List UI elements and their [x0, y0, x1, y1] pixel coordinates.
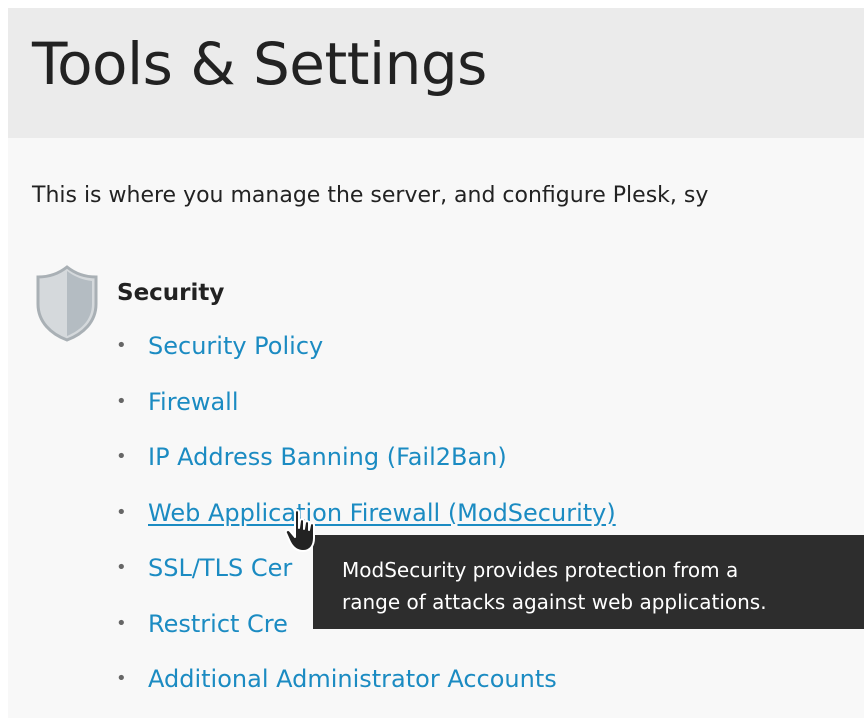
bullet: •: [116, 390, 127, 412]
security-policy-link[interactable]: Security Policy: [148, 330, 323, 362]
bullet: •: [116, 668, 127, 689]
tooltip-line: range of attacks against web application…: [342, 590, 767, 614]
bullet: •: [116, 501, 127, 523]
bullet: •: [116, 446, 127, 467]
ip-banning-link[interactable]: IP Address Banning (Fail2Ban): [148, 441, 507, 473]
list-item: • Additional Administrator Accounts: [112, 663, 616, 718]
page-header: Tools & Settings: [8, 8, 864, 138]
list-item: • IP Address Banning (Fail2Ban): [112, 441, 616, 497]
firewall-link[interactable]: Firewall: [148, 386, 239, 418]
bullet: •: [116, 612, 127, 634]
list-item: • Firewall: [112, 386, 616, 442]
additional-admin-accounts-link[interactable]: Additional Administrator Accounts: [148, 663, 557, 695]
page-description: This is where you manage the server, and…: [32, 183, 709, 208]
list-item: • Security Policy: [112, 330, 616, 386]
hand-pointer-cursor-icon: [284, 509, 315, 552]
shield-icon: [36, 265, 98, 342]
bullet: •: [116, 335, 127, 356]
web-application-firewall-link[interactable]: Web Application Firewall (ModSecurity): [148, 497, 616, 529]
security-links-list: • Security Policy • Firewall • IP Addres…: [112, 330, 616, 718]
restrict-creation-link[interactable]: Restrict Cre: [148, 608, 288, 640]
modsecurity-tooltip: ModSecurity provides protection from a r…: [313, 535, 864, 629]
page-title: Tools & Settings: [32, 30, 487, 98]
ssl-tls-certificates-link[interactable]: SSL/TLS Cer: [148, 552, 292, 584]
tools-settings-page: Tools & Settings This is where you manag…: [8, 8, 864, 718]
tooltip-line: ModSecurity provides protection from a: [342, 558, 739, 582]
bullet: •: [116, 557, 127, 578]
security-section-heading: Security: [117, 280, 225, 306]
